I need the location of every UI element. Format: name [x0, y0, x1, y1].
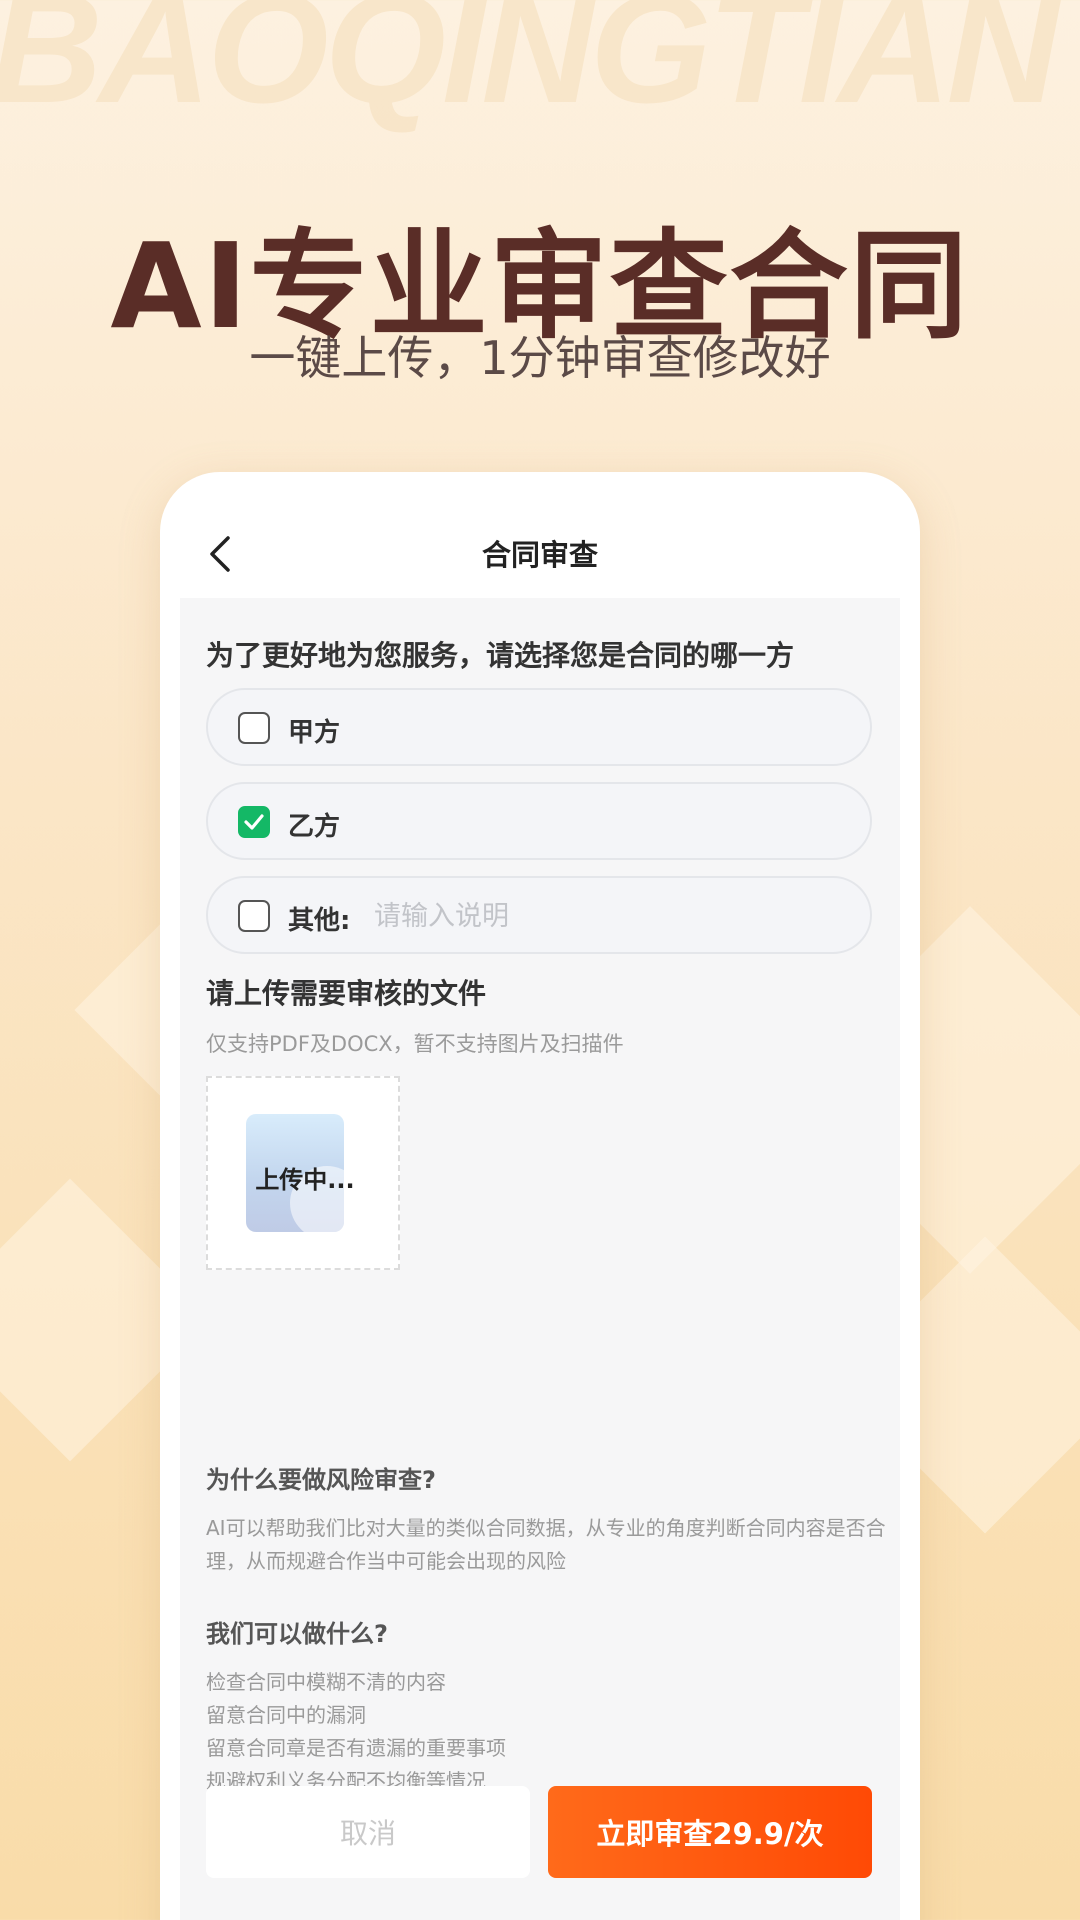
option-label: 乙方 — [288, 812, 341, 842]
list-item: 留意合同中的漏洞 — [206, 1703, 366, 1727]
upload-hint: 仅支持PDF及DOCX，暂不支持图片及扫描件 — [206, 1032, 624, 1056]
hero-subtitle: 一键上传，1分钟审查修改好 — [249, 331, 831, 385]
option-party-a[interactable]: 甲方 — [206, 688, 872, 766]
nav-bar: 合同审查 — [160, 472, 920, 598]
feature-list: 检查合同中模糊不清的内容 留意合同中的漏洞 留意合同章是否有遗漏的重要事项 规避… — [206, 1666, 886, 1798]
upload-slot[interactable]: 上传中... — [206, 1076, 400, 1270]
checkbox-checked-icon[interactable] — [238, 806, 270, 838]
party-question: 为了更好地为您服务，请选择您是合同的哪一方 — [206, 639, 795, 672]
can-title: 我们可以做什么? — [206, 1620, 388, 1648]
option-other[interactable]: 其他: — [206, 876, 872, 954]
other-description-input[interactable] — [374, 892, 834, 940]
checkbox-unchecked-icon[interactable] — [238, 900, 270, 932]
upload-status: 上传中... — [255, 1166, 355, 1194]
option-label: 甲方 — [288, 718, 341, 748]
page-title: 合同审查 — [481, 538, 598, 572]
background-watermark: BAOQINGTIAN — [0, 0, 1059, 136]
form-content: 为了更好地为您服务，请选择您是合同的哪一方 甲方 乙方 其他: 请上传需要审核的… — [180, 598, 900, 1920]
cancel-button[interactable]: 取消 — [206, 1786, 530, 1878]
option-party-b[interactable]: 乙方 — [206, 782, 872, 860]
list-item: 留意合同章是否有遗漏的重要事项 — [206, 1736, 506, 1760]
submit-review-button[interactable]: 立即审查29.9/次 — [548, 1786, 872, 1878]
option-label: 其他: — [288, 906, 351, 936]
upload-title: 请上传需要审核的文件 — [206, 977, 487, 1010]
why-text: AI可以帮助我们比对大量的类似合同数据，从专业的角度判断合同内容是否合理，从而规… — [206, 1516, 886, 1573]
checkbox-unchecked-icon[interactable] — [238, 712, 270, 744]
why-title: 为什么要做风险审查? — [206, 1466, 436, 1494]
list-item: 检查合同中模糊不清的内容 — [206, 1670, 446, 1694]
phone-mockup: 合同审查 为了更好地为您服务，请选择您是合同的哪一方 甲方 乙方 其他: 请上传… — [160, 472, 920, 1920]
